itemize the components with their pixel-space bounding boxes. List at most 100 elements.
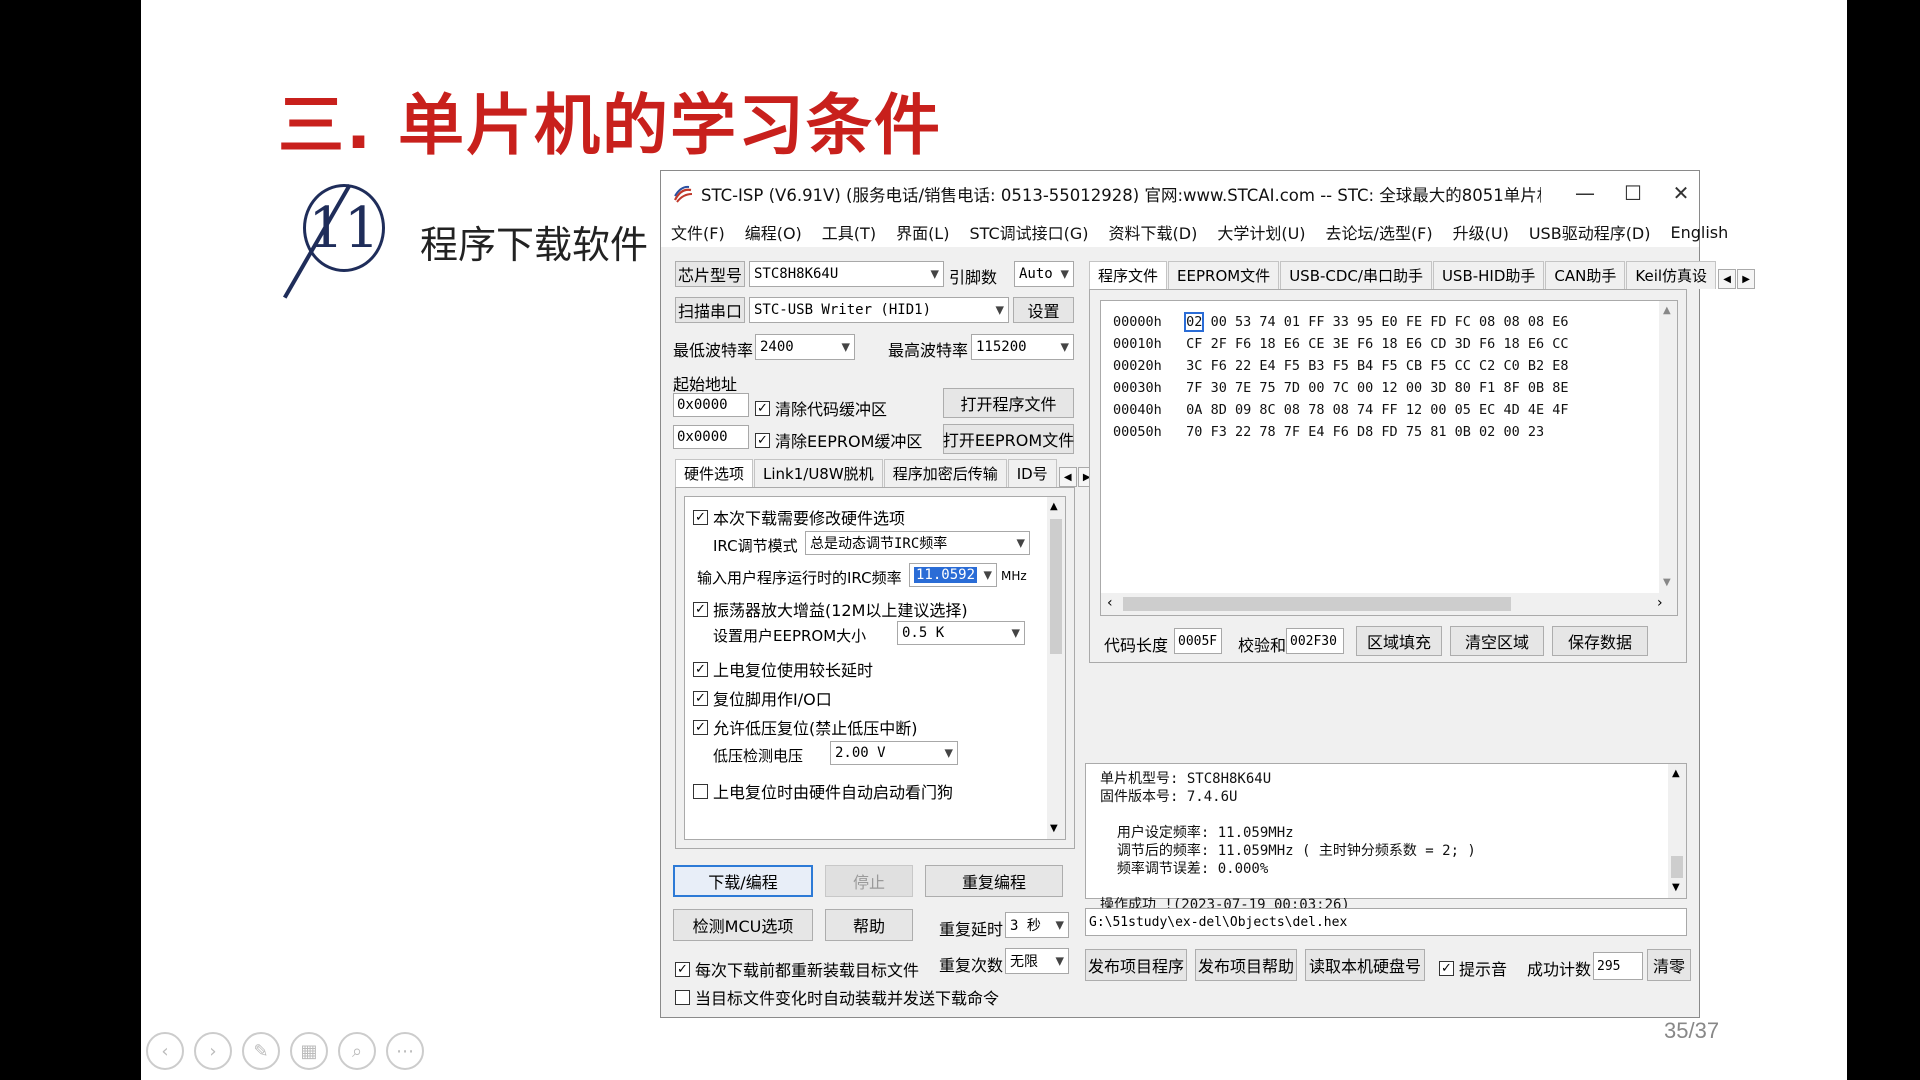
hex-byte[interactable]: 05 [1455,402,1471,418]
fill-area-button[interactable]: 区域填充 [1356,626,1442,656]
next-slide-icon[interactable]: › [194,1032,232,1070]
auto-load-checkbox[interactable]: 当目标文件变化时自动装载并发送下载命令 [675,985,999,1009]
hex-byte[interactable]: B2 [1528,358,1544,374]
hex-byte[interactable]: 00 [1308,380,1324,396]
hex-byte[interactable]: 02 [1184,312,1205,332]
hex-byte[interactable]: 00 [1430,402,1446,418]
hex-byte[interactable]: 22 [1235,424,1251,440]
repeat-program-button[interactable]: 重复编程 [925,865,1063,897]
tab-usb-cdc[interactable]: USB-CDC/串口助手 [1280,261,1432,289]
hex-byte[interactable]: CC [1552,336,1568,352]
eeprom-start-address-input[interactable]: 0x0000 [673,425,749,449]
hex-byte[interactable]: 02 [1479,424,1495,440]
hex-byte[interactable]: 12 [1381,380,1397,396]
tab-can[interactable]: CAN助手 [1545,261,1626,289]
hex-byte[interactable]: 75 [1406,424,1422,440]
reset-pin-io-checkbox[interactable]: ✓ 复位脚用作I/O口 [693,686,832,710]
download-program-button[interactable]: 下载/编程 [673,865,813,897]
hex-byte[interactable]: CE [1308,336,1324,352]
hex-byte[interactable]: 00 [1406,380,1422,396]
hex-byte[interactable]: FD [1381,424,1397,440]
hex-byte[interactable]: 8D [1211,402,1227,418]
hex-byte[interactable]: FD [1430,314,1446,330]
publish-help-button[interactable]: 发布项目帮助 [1195,949,1297,981]
hex-byte[interactable]: EC [1479,402,1495,418]
menu-program[interactable]: 编程(O) [735,220,812,244]
beep-checkbox[interactable]: ✓ 提示音 [1439,956,1507,980]
menu-interface[interactable]: 界面(L) [886,220,959,244]
hex-byte[interactable]: E4 [1308,424,1324,440]
hex-byte[interactable]: 09 [1235,402,1251,418]
power-reset-delay-checkbox[interactable]: ✓ 上电复位使用较长延时 [693,657,873,681]
pen-icon[interactable]: ✎ [242,1032,280,1070]
menu-university[interactable]: 大学计划(U) [1207,220,1315,244]
hex-byte[interactable]: CD [1430,336,1446,352]
menu-upgrade[interactable]: 升级(U) [1443,220,1519,244]
maximize-button[interactable]: ☐ [1613,179,1653,207]
menu-forum[interactable]: 去论坛/选型(F) [1316,220,1443,244]
hex-byte[interactable]: F6 [1357,336,1373,352]
low-voltage-reset-checkbox[interactable]: ✓ 允许低压复位(禁止低压中断) [693,715,918,739]
scrollbar-thumb[interactable] [1050,519,1062,654]
scroll-up-icon[interactable]: ▲ [1050,501,1058,512]
publish-project-button[interactable]: 发布项目程序 [1085,949,1187,981]
hex-byte[interactable]: E4 [1259,358,1275,374]
min-baud-select[interactable]: 2400 ▼ [755,334,855,360]
tab-eeprom-file[interactable]: EEPROM文件 [1168,261,1280,289]
clear-count-button[interactable]: 清零 [1647,949,1691,981]
scroll-down-icon[interactable]: ▼ [1672,882,1680,893]
irc-mode-select[interactable]: 总是动态调节IRC频率 ▼ [805,531,1030,555]
scroll-right-icon[interactable]: › [1657,595,1663,611]
hex-byte[interactable]: C2 [1479,358,1495,374]
chip-model-button[interactable]: 芯片型号 [675,261,745,287]
scrollbar-thumb[interactable] [1671,856,1683,878]
hex-byte[interactable]: 30 [1211,380,1227,396]
hex-byte[interactable]: E8 [1552,358,1568,374]
scrollbar-thumb[interactable] [1123,597,1511,611]
repeat-delay-select[interactable]: 3 秒 ▼ [1005,912,1069,938]
chip-model-select[interactable]: STC8H8K64U ▼ [749,261,944,287]
menu-debug[interactable]: STC调试接口(G) [959,220,1098,244]
hex-byte[interactable]: F5 [1284,358,1300,374]
help-button[interactable]: 帮助 [825,909,913,941]
hex-byte[interactable]: 7F [1284,424,1300,440]
pin-count-select[interactable]: Auto ▼ [1014,261,1074,287]
eeprom-size-select[interactable]: 0.5 K ▼ [897,621,1025,645]
menu-usb-driver[interactable]: USB驱动程序(D) [1519,220,1661,244]
hex-byte[interactable]: 08 [1503,314,1519,330]
hex-byte[interactable]: FE [1406,314,1422,330]
hex-byte[interactable]: 74 [1259,314,1275,330]
hex-byte[interactable]: 00 [1503,424,1519,440]
hex-byte[interactable]: 08 [1528,314,1544,330]
hex-byte[interactable]: 18 [1381,336,1397,352]
options-scrollbar[interactable]: ▲ ▼ [1047,497,1065,839]
tab-scroll-left-icon[interactable]: ◀ [1718,269,1737,289]
tab-keil[interactable]: Keil仿真设 [1626,261,1717,289]
tab-program-file[interactable]: 程序文件 [1089,261,1168,289]
hex-byte[interactable]: 4E [1528,402,1544,418]
scroll-up-icon[interactable]: ▲ [1672,768,1680,779]
hex-byte[interactable]: 8E [1552,380,1568,396]
open-eeprom-file-button[interactable]: 打开EEPROM文件 [943,424,1074,454]
hex-byte[interactable]: 01 [1284,314,1300,330]
hex-byte[interactable]: F5 [1333,358,1349,374]
hex-byte[interactable]: 81 [1430,424,1446,440]
save-data-button[interactable]: 保存数据 [1552,626,1648,656]
hex-byte[interactable]: 12 [1406,402,1422,418]
modify-hw-checkbox[interactable]: ✓ 本次下载需要修改硬件选项 [693,505,905,529]
hex-byte[interactable]: CC [1455,358,1471,374]
slides-grid-icon[interactable]: ▦ [290,1032,328,1070]
hex-byte[interactable]: 0A [1186,402,1202,418]
hex-byte[interactable]: FC [1455,314,1471,330]
hex-byte[interactable]: 7C [1333,380,1349,396]
hex-byte[interactable]: 8C [1259,402,1275,418]
hex-byte[interactable]: 80 [1455,380,1471,396]
minimize-button[interactable]: — [1565,179,1605,207]
settings-button[interactable]: 设置 [1013,297,1074,323]
menu-downloads[interactable]: 资料下载(D) [1099,220,1208,244]
hex-byte[interactable]: 3C [1186,358,1202,374]
hex-byte[interactable]: 3D [1455,336,1471,352]
hex-byte[interactable]: B3 [1308,358,1324,374]
max-baud-select[interactable]: 115200 ▼ [971,334,1074,360]
hex-byte[interactable]: F3 [1211,424,1227,440]
